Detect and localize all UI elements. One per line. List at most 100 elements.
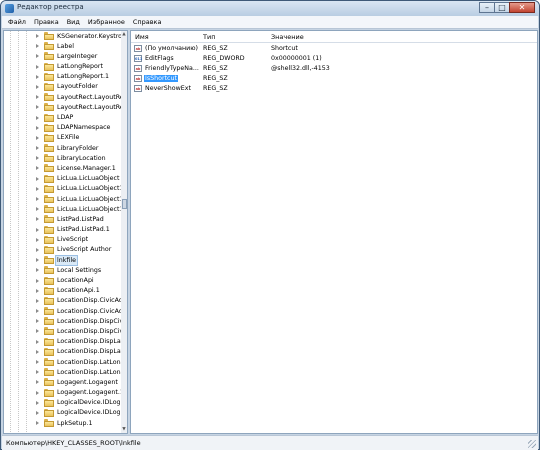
menu-favorites[interactable]: Избранное	[84, 16, 129, 28]
expand-arrow-icon[interactable]	[35, 421, 39, 426]
expand-arrow-icon[interactable]	[35, 247, 39, 253]
tree-item[interactable]: ListPad.ListPad	[4, 214, 120, 224]
maximize-button[interactable]: □	[494, 2, 510, 13]
column-header-data[interactable]: Значение	[271, 33, 304, 41]
tree-item[interactable]: LibraryFolder	[4, 143, 120, 153]
expand-arrow-icon[interactable]	[35, 197, 39, 202]
tree-item[interactable]: LayoutRect.LayoutRect	[4, 92, 127, 102]
expand-arrow-icon[interactable]	[35, 370, 39, 375]
expand-arrow-icon[interactable]	[35, 166, 39, 171]
tree-item[interactable]: LayoutRect.LayoutRect	[4, 102, 127, 112]
expand-arrow-icon[interactable]	[35, 400, 39, 406]
expand-arrow-icon[interactable]	[35, 95, 39, 100]
tree-item[interactable]: LocationApi	[4, 276, 120, 286]
close-button[interactable]: ✕	[509, 2, 535, 13]
scrollbar-thumb[interactable]	[121, 199, 127, 209]
tree-item[interactable]: LiveScript Author	[4, 245, 120, 255]
tree-item[interactable]: LicLua.LicLuaObject1	[4, 204, 123, 214]
menu-help[interactable]: Справка	[129, 16, 166, 28]
expand-arrow-icon[interactable]	[35, 34, 39, 39]
resize-grip-icon[interactable]	[528, 440, 536, 448]
menu-view[interactable]: Вид	[63, 16, 84, 28]
tree-item[interactable]: Local Settings	[4, 265, 120, 275]
tree-item[interactable]: LocationDisp.CivicAd	[4, 306, 123, 316]
tree-item[interactable]: LibraryLocation	[4, 153, 120, 163]
expand-arrow-icon[interactable]	[35, 329, 39, 334]
tree-item[interactable]: LocationDisp.LatLong	[4, 357, 125, 367]
expand-arrow-icon[interactable]	[35, 278, 39, 284]
tree-item[interactable]: LicLua.LicLuaObject1	[4, 194, 123, 204]
expand-arrow-icon[interactable]	[35, 360, 39, 365]
menu-edit[interactable]: Правка	[30, 16, 63, 28]
tree-item[interactable]: LEXFile	[4, 133, 120, 143]
tree-item[interactable]: LDAP	[4, 113, 120, 123]
tree-item[interactable]: LocationDisp.LatLong	[4, 367, 125, 377]
menu-file[interactable]: Файл	[2, 16, 30, 28]
tree-item[interactable]: LocationDisp.CivicAd	[4, 296, 123, 306]
expand-arrow-icon[interactable]	[35, 298, 39, 304]
expand-arrow-icon[interactable]	[35, 207, 39, 212]
tree-item[interactable]: LargeInteger	[4, 51, 120, 61]
tree-item[interactable]: LocationDisp.DispLatL	[4, 337, 127, 347]
expand-arrow-icon[interactable]	[35, 227, 39, 233]
value-row[interactable]: ab FriendlyTypeNa... REG_SZ @shell32.dll,-4…	[131, 64, 537, 74]
tree-item[interactable]: lnkfile	[4, 254, 120, 266]
scroll-down-arrow-icon[interactable]: ▼	[121, 426, 127, 433]
expand-arrow-icon[interactable]	[35, 115, 39, 121]
expand-arrow-icon[interactable]	[35, 44, 39, 49]
expand-arrow-icon[interactable]	[35, 176, 39, 182]
tree-item[interactable]: LatLongReport	[4, 62, 120, 72]
tree-item[interactable]: Label	[4, 41, 120, 51]
tree-item[interactable]: LogicalDevice.IDLogic	[4, 398, 126, 408]
tree-item[interactable]: LocationApi.1	[4, 286, 120, 296]
tree-item[interactable]: LicLua.LicLuaObject	[4, 174, 120, 184]
expand-arrow-icon[interactable]	[35, 380, 39, 385]
tree-item[interactable]: LicLua.LicLuaObject1	[4, 184, 123, 194]
title-bar[interactable]: Редактор реестра – □ ✕	[1, 1, 539, 16]
value-row[interactable]: ab IsShortcut REG_SZ	[131, 74, 537, 84]
column-header-type[interactable]: Тип	[203, 33, 215, 41]
expand-arrow-icon[interactable]	[35, 135, 39, 141]
expand-arrow-icon[interactable]	[35, 74, 39, 80]
expand-arrow-icon[interactable]	[35, 410, 39, 416]
tree-item[interactable]: LayoutFolder	[4, 82, 120, 92]
expand-arrow-icon[interactable]	[35, 105, 39, 110]
value-row[interactable]: 011 EditFlags REG_DWORD 0x00000001 (1)	[131, 54, 537, 64]
expand-arrow-icon[interactable]	[35, 390, 39, 396]
expand-arrow-icon[interactable]	[35, 237, 39, 243]
tree-item[interactable]: LatLongReport.1	[4, 72, 120, 82]
expand-arrow-icon[interactable]	[35, 146, 39, 151]
tree-item[interactable]: Logagent.Logagent.1	[4, 388, 124, 398]
expand-arrow-icon[interactable]	[35, 268, 39, 273]
tree-item[interactable]: LpkSetup.1	[4, 418, 120, 428]
scroll-up-arrow-icon[interactable]: ▲	[121, 31, 127, 38]
expand-arrow-icon[interactable]	[35, 125, 39, 131]
tree-item[interactable]: LocationDisp.DispCivi	[4, 316, 125, 326]
tree-item[interactable]: LDAPNamespace	[4, 123, 120, 133]
expand-arrow-icon[interactable]	[35, 64, 39, 70]
expand-arrow-icon[interactable]	[35, 349, 39, 355]
expand-arrow-icon[interactable]	[35, 309, 39, 314]
tree-scrollbar[interactable]: ▲ ▼	[121, 31, 127, 433]
expand-arrow-icon[interactable]	[35, 258, 39, 263]
expand-arrow-icon[interactable]	[35, 288, 39, 294]
expand-arrow-icon[interactable]	[35, 319, 39, 324]
tree-item[interactable]: ListPad.ListPad.1	[4, 225, 120, 235]
minimize-button[interactable]: –	[479, 2, 495, 13]
expand-arrow-icon[interactable]	[35, 54, 39, 59]
expand-arrow-icon[interactable]	[35, 84, 39, 90]
tree-item[interactable]: LiveScript	[4, 235, 120, 245]
expand-arrow-icon[interactable]	[35, 339, 39, 345]
expand-arrow-icon[interactable]	[35, 217, 39, 222]
tree-item[interactable]: LogicalDevice.IDLogic	[4, 408, 126, 418]
tree-item[interactable]: License.Manager.1	[4, 163, 120, 173]
value-row[interactable]: ab NeverShowExt REG_SZ	[131, 84, 537, 94]
column-header-name[interactable]: Имя	[135, 33, 149, 41]
tree-item[interactable]: LocationDisp.DispLatL	[4, 347, 127, 357]
tree-item[interactable]: Logagent.Logagent	[4, 377, 120, 387]
expand-arrow-icon[interactable]	[35, 186, 39, 192]
tree-item[interactable]: KSGenerator.Keystroke	[4, 31, 127, 41]
tree-item[interactable]: LocationDisp.DispCivi	[4, 326, 125, 336]
expand-arrow-icon[interactable]	[35, 156, 39, 161]
value-row[interactable]: ab (По умолчанию) REG_SZ Shortcut	[131, 44, 537, 54]
